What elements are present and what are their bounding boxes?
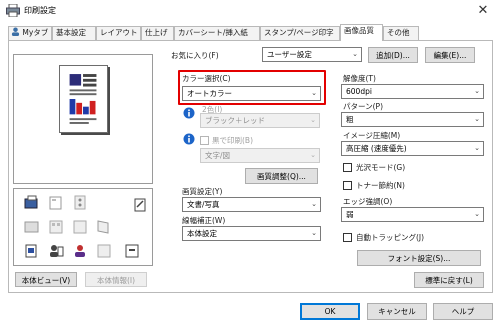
toner-save-label: トナー節約(N) [356,181,405,190]
tab-layout[interactable]: レイアウト [96,26,141,40]
device-view-button[interactable]: 本体ビュー(V) [15,272,77,287]
color-select-value: オートカラー [187,89,232,98]
tab-cover-sheet[interactable]: カバーシート/挿入紙 [174,26,260,40]
black-print-select: 文字/図 ⌄ [200,148,320,163]
tab-basic[interactable]: 基本設定 [52,26,96,40]
page-preview [59,65,108,133]
info-icon [183,107,195,119]
chevron-down-icon: ⌄ [474,87,480,95]
chevron-down-icon: ⌄ [474,115,480,123]
chevron-down-icon: ⌄ [474,210,480,218]
cover-sheet-icon [97,244,111,258]
resolution-value: 600dpi [346,87,372,96]
quality-label: 画質設定(Y) [182,187,223,196]
staple-icon [49,196,62,210]
black-print-label: 黒で印刷(B) [212,136,253,145]
black-print-value: 文字/図 [205,151,231,160]
edge-value: 弱 [346,210,354,219]
toner-save-checkbox[interactable] [343,181,352,190]
tab-finishing[interactable]: 仕上げ [141,26,174,40]
ok-button[interactable]: OK [300,303,360,320]
favorites-add-button[interactable]: 追加(D)... [368,47,418,63]
device-info-button: 本体情報(I) [85,272,147,287]
two-color-value: ブラック＋レッド [205,116,265,125]
chevron-down-icon: ⌄ [310,151,316,159]
pattern-label: パターン(P) [343,102,383,111]
font-settings-button[interactable]: フォント設定(S)... [357,250,481,266]
quality-value: 文書/写真 [187,200,220,209]
compression-select[interactable]: 高圧縮 (速度優先) ⌄ [341,141,484,156]
paper-tray-icon [24,195,38,209]
title-bar: 印刷設定 ✕ [0,0,500,22]
line-width-value: 本体設定 [187,229,217,238]
black-print-checkbox [200,136,209,145]
restore-defaults-button[interactable]: 標準に戻す(L) [414,272,484,288]
tab-stamp[interactable]: スタンプ/ページ印字 [260,26,340,40]
image-adjust-button[interactable]: 画質調整(Q)... [245,168,318,184]
tab-mytab[interactable]: Myタブ [8,26,52,40]
output-tray-icon [24,221,39,233]
chevron-down-icon: ⌄ [311,200,317,208]
auto-trapping-label: 自動トラッピング(J) [356,233,425,242]
info-icon [183,133,195,145]
favorites-value: ユーザー設定 [267,50,312,59]
chevron-down-icon: ⌄ [311,89,317,97]
edit-doc-icon [134,198,146,212]
favorites-label: お気に入り(F) [171,51,219,60]
help-button[interactable]: ヘルプ [433,303,493,320]
user-icon [11,27,20,36]
tab-image-quality[interactable]: 画像品質 [340,24,383,41]
tab-label: Myタブ [22,28,49,37]
user-group-icon [50,245,64,257]
chevron-down-icon: ⌄ [310,116,316,124]
pattern-select[interactable]: 粗 ⌄ [341,112,484,127]
quality-select[interactable]: 文書/写真 ⌄ [182,197,321,212]
favorites-edit-button[interactable]: 編集(E)... [425,47,475,63]
auto-trapping-checkbox[interactable] [343,233,352,242]
color-icon [75,245,85,257]
gloss-mode-label: 光沢モード(G) [356,163,406,172]
fold-icon [97,220,109,234]
compression-label: イメージ圧縮(M) [343,131,401,140]
line-width-label: 線幅補正(W) [182,216,226,225]
device-icon-grid [13,188,153,266]
printer-icon [6,4,20,17]
close-icon[interactable]: ✕ [466,0,500,22]
chevron-down-icon: ⌄ [352,50,358,58]
two-color-select: ブラック＋レッド ⌄ [200,113,320,128]
window-title: 印刷設定 [24,6,56,15]
edge-select[interactable]: 弱 ⌄ [341,207,484,222]
color-select[interactable]: オートカラー ⌄ [182,86,321,101]
resolution-select[interactable]: 600dpi ⌄ [341,84,484,99]
line-width-select[interactable]: 本体設定 ⌄ [182,226,321,241]
gloss-mode-checkbox[interactable] [343,163,352,172]
favorites-select[interactable]: ユーザー設定 ⌄ [262,47,362,62]
cancel-button[interactable]: キャンセル [367,303,427,320]
chevron-down-icon: ⌄ [474,144,480,152]
chevron-down-icon: ⌄ [311,229,317,237]
booklet-icon [73,220,87,234]
finisher-icon [125,244,139,258]
tab-other[interactable]: その他 [383,26,419,40]
layout-icon [49,220,63,234]
punch-icon [74,195,86,210]
stamp-icon [25,244,37,258]
document-thumbnail [69,74,97,124]
resolution-label: 解像度(T) [343,74,376,83]
edge-label: エッジ強調(O) [343,197,393,206]
compression-value: 高圧縮 (速度優先) [346,144,407,153]
color-select-label: カラー選択(C) [182,74,231,83]
pattern-value: 粗 [346,115,354,124]
